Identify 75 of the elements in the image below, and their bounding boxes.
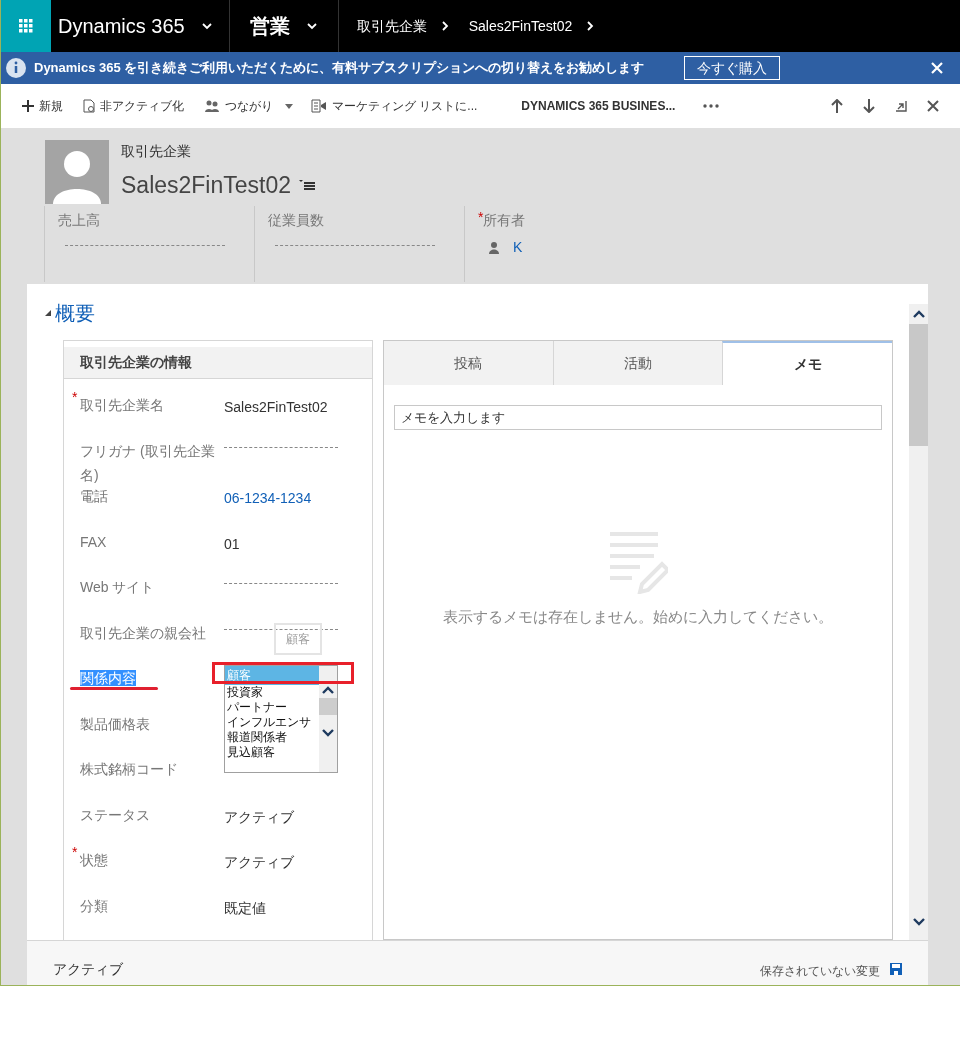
scrollbar-thumb[interactable] <box>909 324 928 446</box>
save-status: 保存されていない変更 <box>760 963 880 980</box>
note-input[interactable]: メモを入力します <box>394 405 882 430</box>
field-value: Sales2FinTest02 <box>224 398 328 417</box>
list-option[interactable]: 投資家 <box>225 685 319 700</box>
caret-icon[interactable] <box>285 103 293 109</box>
buy-now-button[interactable]: 今すぐ購入 <box>684 56 781 80</box>
document-icon <box>83 99 95 113</box>
menu-icon[interactable] <box>299 179 316 192</box>
field-label: 取引先企業名 <box>80 397 164 413</box>
tab[interactable]: メモ <box>722 341 892 385</box>
list-option[interactable]: インフルエンサ <box>225 715 319 730</box>
breadcrumb-link[interactable]: 取引先企業 <box>338 15 439 37</box>
field-value: 既定値 <box>224 898 266 918</box>
field-label: 株式銘柄コード <box>80 761 178 777</box>
command-button[interactable]: DYNAMICS 365 BUSINES... <box>521 97 676 115</box>
phone-link[interactable]: 06-1234-1234 <box>224 488 312 509</box>
person-icon <box>489 241 499 254</box>
list-icon <box>311 99 327 113</box>
popout-icon[interactable] <box>895 100 907 112</box>
field-value: アクティブ <box>224 807 294 827</box>
grid-icon <box>19 19 33 33</box>
command-button[interactable]: 新規 <box>22 97 63 115</box>
note-icon <box>608 530 668 594</box>
save-icon[interactable] <box>890 963 902 975</box>
header-field-label: 売上高 <box>58 211 100 230</box>
field-label: Web サイト <box>80 579 155 595</box>
plus-icon <box>22 100 34 112</box>
people-icon <box>204 99 220 113</box>
required-mark: * <box>478 210 484 224</box>
field-label: フリガナ (取引先企業名) <box>80 442 215 483</box>
command-button[interactable]: マーケティング リストに... <box>311 97 478 115</box>
required-mark: * <box>72 390 78 404</box>
banner-message: Dynamics 365 を引き続きご利用いただくために、有料サブスクリプションへの切り替えをお勧めします <box>34 59 645 78</box>
entity-type: 取引先企業 <box>121 142 192 161</box>
list-option[interactable]: パートナー <box>225 700 319 715</box>
header-field-label: 所有者 <box>483 211 526 230</box>
scroll-down-icon[interactable] <box>322 729 334 737</box>
command-button[interactable]: 非アクティブ化 <box>83 97 184 115</box>
field-label: ステータス <box>80 806 150 823</box>
field-label: 製品価格表 <box>80 715 150 732</box>
down-arrow-icon[interactable] <box>863 99 875 113</box>
group-header: 取引先企業の情報 <box>64 347 372 379</box>
owner-link[interactable]: K <box>513 237 523 258</box>
section-header[interactable]: 概要 <box>45 298 95 328</box>
field-label: 取引先企業の親会社 <box>80 624 206 641</box>
scroll-up-icon[interactable] <box>912 310 925 318</box>
list-option[interactable]: 報道関係者 <box>225 730 319 745</box>
scroll-down-icon[interactable] <box>912 918 925 926</box>
tab[interactable]: 投稿 <box>384 341 553 385</box>
avatar-icon <box>45 140 109 204</box>
required-mark: * <box>72 845 78 859</box>
chevron-icon <box>200 20 213 32</box>
header-field-label: 従業員数 <box>268 211 324 230</box>
info-icon <box>6 58 26 78</box>
field-label: 分類 <box>80 897 108 914</box>
scroll-up-icon[interactable] <box>322 686 334 694</box>
app-launcher-button[interactable] <box>1 0 51 52</box>
field-label: 電話 <box>80 488 108 504</box>
field-label: FAX <box>80 533 107 550</box>
breadcrumb-link[interactable]: Sales2FinTest02 <box>450 15 585 37</box>
field-label: 関係内容 <box>80 670 136 686</box>
empty-message: 表示するメモは存在しません。始めに入力してください。 <box>443 607 833 627</box>
footer-status: アクティブ <box>53 959 123 979</box>
chevron-icon <box>305 20 318 32</box>
more-icon[interactable] <box>703 104 720 108</box>
field-value: アクティブ <box>224 853 294 872</box>
command-button[interactable]: つながり <box>204 97 273 115</box>
scrollbar-thumb[interactable] <box>319 698 337 715</box>
record-name: Sales2FinTest02 <box>121 171 292 200</box>
field-label: 状態 <box>80 852 108 868</box>
field-value: 01 <box>224 534 240 554</box>
close-icon[interactable] <box>927 100 939 112</box>
list-option[interactable]: 見込顧客 <box>225 745 319 760</box>
up-arrow-icon[interactable] <box>831 99 843 113</box>
